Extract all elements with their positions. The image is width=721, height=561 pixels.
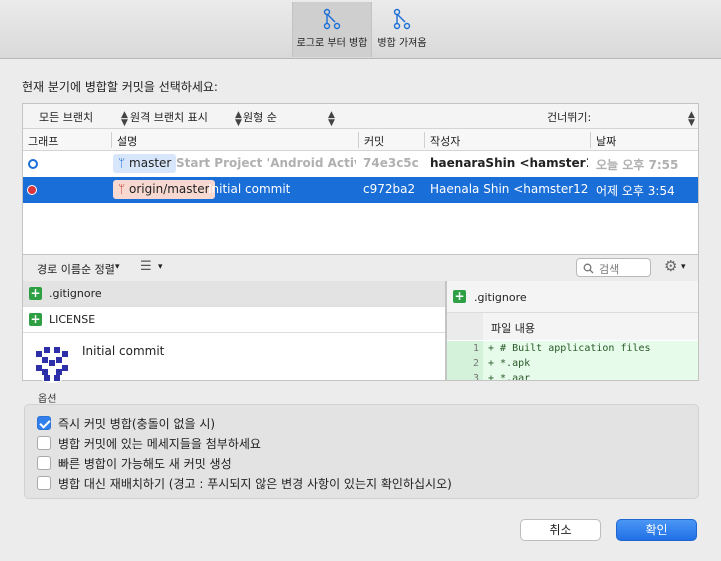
chevron-down-icon: ▾ — [681, 262, 686, 272]
gear-icon: ⚙ — [664, 257, 678, 275]
filter-bar: 모든 브랜치 ▲ ▼ 원격 브랜치 표시 ▲ ▼ 원형 순 ▲ ▼ 건너뛰기: ▲ ▼ — [23, 104, 698, 129]
merge-pull-icon — [393, 8, 411, 30]
branch-icon: ᛘ — [118, 156, 126, 170]
settings-menu[interactable]: ⚙ ▾ — [664, 257, 694, 278]
chevron-down-icon: ▾ — [115, 262, 120, 272]
diff-view: + .gitignore 파일 내용 1 + # Built applicati… — [446, 281, 699, 381]
line-text: + # Built application files — [488, 343, 651, 354]
branch-filter-select[interactable]: 모든 브랜치 ▲ ▼ — [39, 109, 128, 128]
column-header: 그래프 설명 커밋 작성자 날짜 — [23, 129, 698, 151]
pull-merge-label: 병합 가져옴 — [377, 38, 427, 49]
commit-message: Initial commit — [208, 182, 291, 196]
added-icon: + — [453, 289, 466, 303]
remote-filter-select[interactable]: 원격 브랜치 표시 ▲ ▼ — [130, 109, 242, 128]
line-number: 2 — [447, 356, 483, 371]
option-label: 병합 대신 재배치하기 (경고 : 푸시되지 않은 변경 사항이 있는지 확인하… — [58, 477, 452, 491]
checkbox[interactable] — [37, 476, 51, 490]
diff-line: 2 + *.apk — [447, 356, 698, 371]
diff-line: 1 + # Built application files — [447, 341, 698, 356]
diff-file-name: .gitignore — [474, 291, 527, 304]
view-mode-select[interactable]: ☰ ▾ — [140, 255, 170, 281]
commit-author: Haenala Shin <hamster12… — [430, 182, 588, 196]
option-label: 즉시 커밋 병합(충돌이 없을 시) — [58, 417, 216, 431]
remote-filter-label: 원격 브랜치 표시 — [130, 111, 208, 124]
col-date[interactable]: 날짜 — [596, 133, 616, 149]
list-icon: ☰ — [140, 259, 152, 274]
pull-merge-button[interactable]: 병합 가져옴 — [374, 2, 430, 57]
prompt-text: 현재 분기에 병합할 커밋을 선택하세요: — [22, 80, 218, 94]
line-text: + *.aar — [488, 373, 531, 381]
updown-icon: ▲ ▼ — [121, 110, 128, 128]
updown-icon: ▲ ▼ — [328, 110, 335, 128]
files-toolbar: 경로 이름순 정렬 ▾ ☰ ▾ 검색 ⚙ ▾ — [22, 255, 699, 281]
checkbox[interactable] — [37, 456, 51, 470]
commit-author: haenaraShin <hamster1… — [430, 156, 588, 170]
avatar — [32, 343, 72, 383]
file-row[interactable]: + LICENSE — [23, 307, 445, 333]
toolbar: 로그로 부터 병합 병합 가져옴 — [0, 0, 721, 59]
option-label: 빠른 병합이 가능해도 새 커밋 생성 — [58, 457, 232, 471]
col-commit[interactable]: 커밋 — [364, 133, 384, 149]
col-author[interactable]: 작성자 — [430, 133, 460, 149]
option-label: 병합 커밋에 있는 메세지들을 첨부하세요 — [58, 437, 261, 451]
added-icon: + — [29, 312, 42, 326]
skip-select[interactable]: 건너뛰기: ▲ ▼ — [547, 109, 697, 128]
updown-icon: ▲ ▼ — [235, 110, 242, 128]
file-row[interactable]: + .gitignore — [23, 281, 445, 307]
branch-filter-label: 모든 브랜치 — [39, 111, 94, 124]
sort-label: 경로 이름순 정렬 — [37, 263, 115, 276]
file-name: .gitignore — [49, 287, 102, 300]
search-icon — [583, 263, 594, 274]
graph-node — [28, 159, 38, 169]
file-name: LICENSE — [49, 313, 96, 326]
hunk-label: 파일 내용 — [491, 322, 535, 335]
commit-hash: 74e3c5c — [363, 156, 419, 170]
diff-line: 3 + *.aar — [447, 371, 698, 381]
checkbox[interactable] — [37, 436, 51, 450]
commit-row[interactable]: ᛘ origin/master Initial commit c972ba2 H… — [23, 177, 698, 203]
options-label: 옵션 — [38, 394, 57, 405]
updown-icon: ▲ ▼ — [688, 110, 695, 128]
checkbox[interactable] — [37, 416, 51, 430]
search-input[interactable]: 검색 — [576, 258, 651, 277]
col-graph[interactable]: 그래프 — [28, 133, 58, 149]
branch-tag-label: master — [129, 156, 172, 170]
commit-row[interactable]: ᛘ master Start Project 'Android Activi… … — [23, 151, 698, 177]
options-group: 즉시 커밋 병합(충돌이 없을 시) 병합 커밋에 있는 메세지들을 첨부하세요… — [24, 404, 699, 499]
search-placeholder: 검색 — [599, 263, 620, 276]
commit-message: Start Project 'Android Activi… — [176, 156, 356, 170]
hunk-header: 파일 내용 — [447, 313, 698, 340]
line-number: 1 — [447, 341, 483, 356]
merge-icon — [323, 8, 341, 30]
branch-tag-label: origin/master — [129, 182, 210, 196]
skip-label: 건너뛰기: — [547, 111, 592, 124]
order-label: 원형 순 — [243, 111, 277, 124]
merge-from-log-button[interactable]: 로그로 부터 병합 — [292, 2, 372, 57]
added-icon: + — [29, 286, 42, 300]
diff-file-header: + .gitignore — [447, 281, 698, 313]
graph-node — [27, 185, 37, 195]
line-text: + *.apk — [488, 358, 531, 369]
branch-tag: ᛘ origin/master — [113, 180, 215, 199]
col-description[interactable]: 설명 — [117, 133, 137, 149]
chevron-down-icon: ▾ — [158, 262, 163, 272]
branch-tag: ᛘ master — [113, 154, 177, 173]
commit-date: 어제 오후 3:54 — [596, 184, 675, 198]
commit-hash: c972ba2 — [363, 182, 416, 196]
cancel-button[interactable]: 취소 — [520, 519, 601, 541]
file-list: + .gitignore + LICENSE Initial commit — [22, 281, 446, 383]
commit-detail-message: Initial commit — [82, 344, 165, 358]
sort-select[interactable]: 경로 이름순 정렬 ▾ — [37, 255, 127, 281]
merge-from-log-label: 로그로 부터 병합 — [296, 38, 368, 49]
commit-date: 오늘 오후 7:55 — [596, 158, 679, 172]
commit-detail: Initial commit — [23, 333, 445, 383]
branch-icon: ᛘ — [118, 182, 126, 196]
line-number: 3 — [447, 371, 483, 380]
ok-button[interactable]: 확인 — [616, 519, 697, 541]
order-select[interactable]: 원형 순 ▲ ▼ — [243, 109, 343, 128]
commit-list: 모든 브랜치 ▲ ▼ 원격 브랜치 표시 ▲ ▼ 원형 순 ▲ ▼ 건너뛰기: ▲ ▼ … — [22, 103, 699, 255]
